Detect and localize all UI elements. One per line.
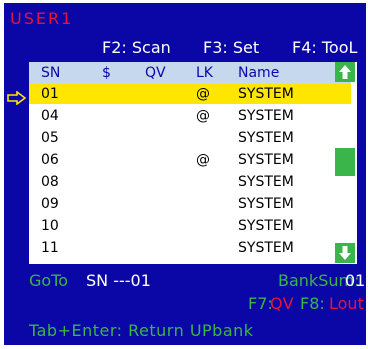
- footer-hint: Tab+Enter: Return UPbank: [29, 321, 254, 340]
- cell-lk: @: [196, 86, 210, 102]
- cell-name: SYSTEM: [238, 196, 294, 212]
- column-header-sn: SN: [41, 65, 61, 81]
- cell-sn: 10: [41, 218, 59, 234]
- f2-scan-key[interactable]: F2: Scan: [102, 38, 171, 57]
- user-list-panel: SN $ QV LK Name 01 @ SYSTEM 04 @ SYSTEM 05 SYST…: [29, 62, 357, 264]
- goto-label: GoTo: [29, 271, 69, 290]
- scroll-up-button[interactable]: [335, 62, 355, 82]
- pointer-arrow-icon: [7, 91, 27, 105]
- cell-sn: 08: [41, 174, 59, 190]
- f4-tool-key[interactable]: F4: TooL: [292, 38, 357, 57]
- osd-screen: USER1 F2: Scan F3: Set F4: TooL SN $ QV …: [4, 3, 366, 345]
- cell-lk: @: [196, 152, 210, 168]
- up-arrow-icon: [339, 65, 351, 79]
- cell-sn: 04: [41, 108, 59, 124]
- f7-qv-action[interactable]: QV: [270, 294, 294, 313]
- cell-sn: 05: [41, 130, 59, 146]
- scrollbar-thumb[interactable]: [335, 148, 355, 176]
- cell-name: SYSTEM: [238, 174, 294, 190]
- table-header: SN $ QV LK Name: [29, 62, 351, 84]
- scroll-down-button[interactable]: [335, 243, 355, 263]
- f8-key-label: F8:: [300, 294, 325, 313]
- column-header-dollar: $: [102, 65, 111, 81]
- column-header-name: Name: [238, 65, 280, 81]
- cell-name: SYSTEM: [238, 108, 294, 124]
- cell-sn: 11: [41, 240, 59, 256]
- cell-name: SYSTEM: [238, 130, 294, 146]
- table-row[interactable]: 04 @ SYSTEM: [29, 106, 351, 126]
- table-row[interactable]: 05 SYSTEM: [29, 128, 351, 148]
- goto-sn-value[interactable]: SN ---01: [86, 271, 151, 290]
- cell-sn: 01: [41, 86, 59, 102]
- cell-lk: @: [196, 108, 210, 124]
- cell-name: SYSTEM: [238, 240, 294, 256]
- user-label: USER1: [10, 9, 74, 28]
- cell-sn: 06: [41, 152, 59, 168]
- table-row[interactable]: 06 @ SYSTEM: [29, 150, 351, 170]
- table-row[interactable]: 10 SYSTEM: [29, 216, 351, 236]
- table-row[interactable]: 09 SYSTEM: [29, 194, 351, 214]
- down-arrow-icon: [339, 246, 351, 260]
- bank-sum-value: 01: [345, 271, 366, 290]
- f3-set-key[interactable]: F3: Set: [203, 38, 259, 57]
- table-row[interactable]: 08 SYSTEM: [29, 172, 351, 192]
- table-row[interactable]: 01 @ SYSTEM: [29, 84, 351, 104]
- cell-name: SYSTEM: [238, 86, 294, 102]
- column-header-qv: QV: [145, 65, 166, 81]
- cell-name: SYSTEM: [238, 218, 294, 234]
- f8-logout-action[interactable]: Lout: [329, 294, 364, 313]
- table-row[interactable]: 11 SYSTEM: [29, 238, 351, 258]
- cell-name: SYSTEM: [238, 152, 294, 168]
- cell-sn: 09: [41, 196, 59, 212]
- column-header-lk: LK: [196, 65, 213, 81]
